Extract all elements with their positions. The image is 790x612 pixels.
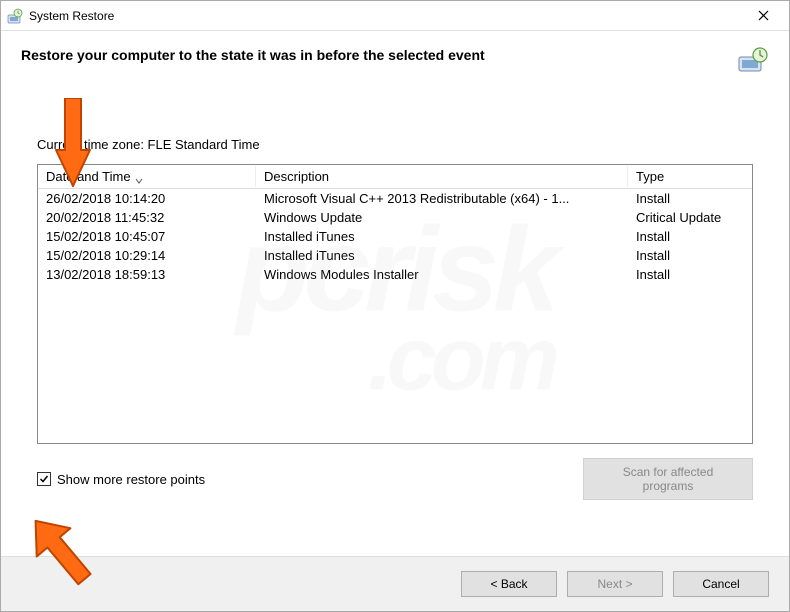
table-row[interactable]: 13/02/2018 18:59:13Windows Modules Insta… bbox=[38, 265, 752, 284]
header: Restore your computer to the state it wa… bbox=[1, 31, 789, 85]
column-header-description-label: Description bbox=[264, 169, 329, 184]
page-heading: Restore your computer to the state it wa… bbox=[21, 47, 727, 63]
chevron-down-icon bbox=[135, 173, 143, 181]
restore-graphic-icon bbox=[737, 47, 769, 75]
cancel-button[interactable]: Cancel bbox=[673, 571, 769, 597]
table-footer-options: Show more restore points Scan for affect… bbox=[37, 458, 753, 500]
cell-date: 13/02/2018 18:59:13 bbox=[38, 267, 256, 282]
system-restore-window: System Restore Restore your computer to … bbox=[0, 0, 790, 612]
close-icon bbox=[758, 10, 769, 21]
close-button[interactable] bbox=[743, 2, 783, 30]
cell-type: Install bbox=[628, 267, 752, 282]
wizard-footer: < Back Next > Cancel bbox=[1, 556, 789, 611]
table-row[interactable]: 15/02/2018 10:45:07Installed iTunesInsta… bbox=[38, 227, 752, 246]
column-header-type-label: Type bbox=[636, 169, 664, 184]
cell-description: Installed iTunes bbox=[256, 229, 628, 244]
table-row[interactable]: 26/02/2018 10:14:20Microsoft Visual C++ … bbox=[38, 189, 752, 208]
column-header-date-label: Date and Time bbox=[46, 169, 131, 184]
cell-description: Windows Modules Installer bbox=[256, 267, 628, 282]
cell-date: 26/02/2018 10:14:20 bbox=[38, 191, 256, 206]
checkmark-icon bbox=[39, 474, 49, 484]
cell-date: 15/02/2018 10:29:14 bbox=[38, 248, 256, 263]
column-header-description[interactable]: Description bbox=[256, 166, 628, 187]
table-row[interactable]: 20/02/2018 11:45:32Windows UpdateCritica… bbox=[38, 208, 752, 227]
cell-description: Microsoft Visual C++ 2013 Redistributabl… bbox=[256, 191, 628, 206]
table-row[interactable]: 15/02/2018 10:29:14Installed iTunesInsta… bbox=[38, 246, 752, 265]
cell-type: Install bbox=[628, 248, 752, 263]
back-button[interactable]: < Back bbox=[461, 571, 557, 597]
timezone-label: Current time zone: FLE Standard Time bbox=[37, 137, 753, 152]
cell-date: 20/02/2018 11:45:32 bbox=[38, 210, 256, 225]
cell-type: Install bbox=[628, 191, 752, 206]
table-header: Date and Time Description Type bbox=[38, 165, 752, 189]
column-header-date[interactable]: Date and Time bbox=[38, 166, 256, 187]
cell-type: Critical Update bbox=[628, 210, 752, 225]
cell-type: Install bbox=[628, 229, 752, 244]
show-more-restore-points-checkbox[interactable]: Show more restore points bbox=[37, 472, 205, 487]
titlebar: System Restore bbox=[1, 1, 789, 31]
cell-description: Windows Update bbox=[256, 210, 628, 225]
restore-icon bbox=[7, 8, 23, 24]
next-button: Next > bbox=[567, 571, 663, 597]
content-area: Current time zone: FLE Standard Time Dat… bbox=[1, 85, 789, 556]
column-header-type[interactable]: Type bbox=[628, 166, 752, 187]
checkbox-label: Show more restore points bbox=[57, 472, 205, 487]
cell-date: 15/02/2018 10:45:07 bbox=[38, 229, 256, 244]
scan-affected-programs-button: Scan for affected programs bbox=[583, 458, 753, 500]
checkbox-box bbox=[37, 472, 51, 486]
restore-points-table[interactable]: Date and Time Description Type 26/02/201… bbox=[37, 164, 753, 444]
table-body: 26/02/2018 10:14:20Microsoft Visual C++ … bbox=[38, 189, 752, 284]
window-title: System Restore bbox=[29, 9, 743, 23]
cell-description: Installed iTunes bbox=[256, 248, 628, 263]
